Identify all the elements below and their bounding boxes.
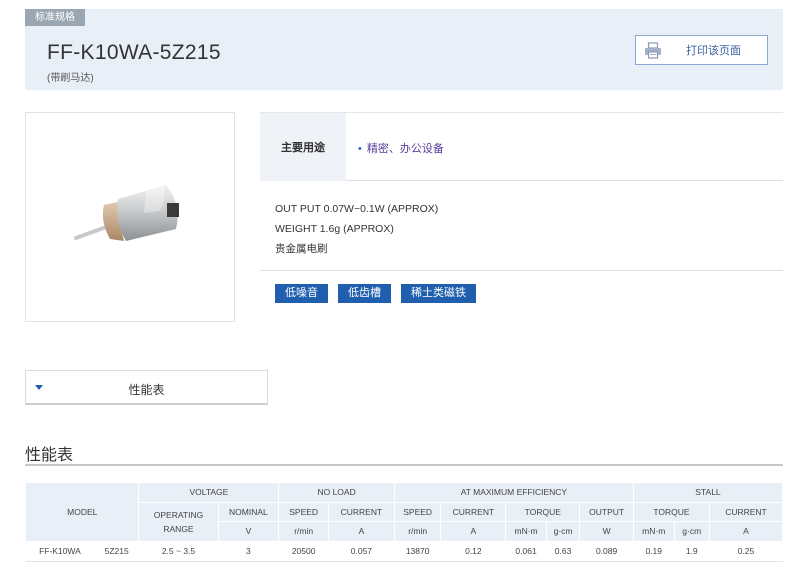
table-cell: 0.19 — [633, 541, 674, 562]
column-header: OUTPUT — [579, 501, 634, 522]
column-header: OPERATING RANGE — [138, 501, 219, 542]
column-header: NO LOAD — [278, 482, 395, 503]
column-header: AT MAXIMUM EFFICIENCY — [393, 482, 634, 503]
column-header: NOMINAL — [217, 501, 280, 522]
usage-value: • 精密、办公设备 — [358, 140, 444, 156]
printer-icon — [636, 41, 670, 59]
unit-header: A — [440, 521, 507, 542]
column-header: STALL — [632, 482, 784, 503]
table-cell: 0.12 — [440, 541, 506, 562]
column-header: CURRENT — [327, 501, 395, 522]
unit-header: g·cm — [673, 521, 710, 542]
unit-header: r/min — [393, 521, 442, 542]
product-image — [25, 112, 235, 322]
section-divider — [25, 464, 783, 466]
table-cell: 0.057 — [328, 541, 395, 562]
section-title: 性能表 — [25, 447, 74, 464]
table-row: FF-K10WA 5Z215 2.5 ~ 3.5 3 20500 0.057 1… — [25, 541, 783, 562]
table-cell: 0.089 — [579, 541, 634, 562]
column-header: CURRENT — [440, 501, 507, 522]
unit-header: V — [217, 521, 280, 542]
spec-weight: WEIGHT 1.6g (APPROX) — [275, 223, 394, 235]
spec-output: OUT PUT 0.07W~0.1W (APPROX) — [275, 203, 439, 215]
table-cell: FF-K10WA — [25, 541, 95, 562]
print-page-button[interactable]: 打印该页面 — [635, 35, 768, 65]
spec-brush: 贵金属电刷 — [275, 243, 328, 255]
column-header: MODEL — [24, 482, 140, 542]
performance-table: MODEL VOLTAGE NO LOAD AT MAXIMUM EFFICIE… — [24, 482, 784, 562]
table-cell: 2.5 ~ 3.5 — [138, 541, 219, 562]
feature-tag[interactable]: 低噪音 — [275, 284, 328, 303]
table-cell: 13870 — [394, 541, 441, 562]
table-cell: 0.061 — [505, 541, 547, 562]
feature-tag[interactable]: 低齿槽 — [338, 284, 391, 303]
product-header: 标准规格 FF-K10WA-5Z215 (带刷马达) 打印该页面 — [25, 9, 783, 90]
table-header-row: OPERATING RANGE NOMINAL SPEED CURRENT SP… — [26, 501, 784, 542]
usage-value-text: 精密、办公设备 — [366, 143, 444, 155]
spec-lines: OUT PUT 0.07W~0.1W (APPROX) WEIGHT 1.6g … — [275, 199, 438, 259]
table-cell: 3 — [218, 541, 279, 562]
unit-header: A — [327, 521, 395, 542]
column-header: TORQUE — [632, 501, 710, 522]
table-cell: 1.9 — [674, 541, 710, 562]
unit-header: g·cm — [545, 521, 581, 542]
print-button-label: 打印该页面 — [686, 45, 741, 57]
table-cell: 0.63 — [546, 541, 580, 562]
feature-tag[interactable]: 稀土类磁铁 — [401, 284, 476, 303]
page-title: FF-K10WA-5Z215 — [47, 41, 221, 64]
unit-header: mN·m — [632, 521, 675, 542]
column-header: SPEED — [278, 501, 329, 522]
usage-label: 主要用途 — [260, 113, 346, 181]
table-header-row: MODEL VOLTAGE NO LOAD AT MAXIMUM EFFICIE… — [24, 482, 784, 542]
unit-header: A — [708, 521, 784, 542]
performance-toggle-label: 性能表 — [128, 383, 165, 397]
bullet-icon: • — [358, 143, 362, 155]
table-cell: 0.25 — [709, 541, 783, 562]
divider — [260, 270, 783, 271]
column-header: SPEED — [393, 501, 442, 522]
unit-header: r/min — [278, 521, 329, 542]
column-header: VOLTAGE — [138, 482, 280, 503]
column-header: CURRENT — [708, 501, 784, 522]
feature-tags: 低噪音 低齿槽 稀土类磁铁 — [275, 284, 476, 303]
spec-tag: 标准规格 — [25, 9, 85, 26]
unit-header: W — [579, 521, 634, 542]
table-cell: 5Z215 — [94, 541, 139, 562]
page-subtitle: (带刷马达) — [47, 73, 94, 84]
usage-row: 主要用途 • 精密、办公设备 — [260, 112, 783, 181]
table-cell: 20500 — [278, 541, 329, 562]
unit-header: mN·m — [505, 521, 547, 542]
performance-table-toggle[interactable]: 性能表 — [25, 370, 268, 405]
column-header: TORQUE — [505, 501, 581, 522]
